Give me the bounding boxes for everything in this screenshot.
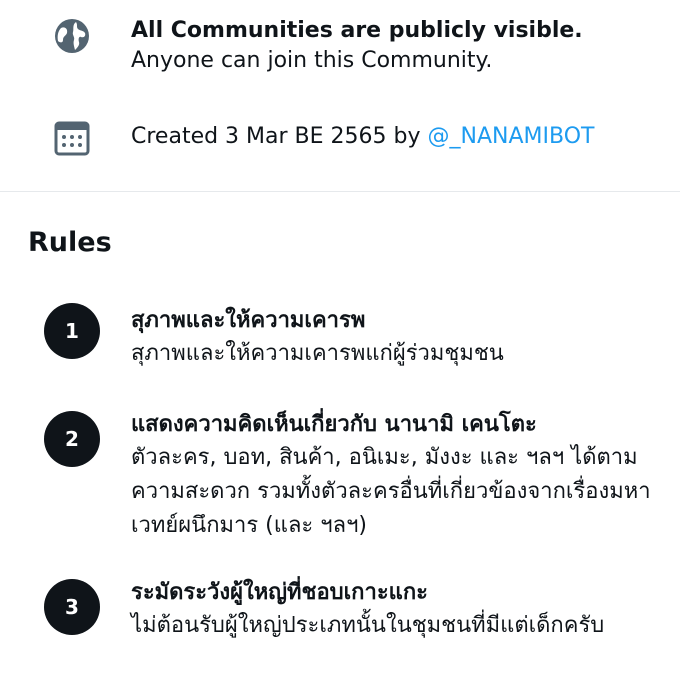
section-divider xyxy=(0,191,680,192)
rules-heading: Rules xyxy=(28,227,112,258)
rule-description: ไม่ต้อนรับผู้ใหญ่ประเภทนั้นในชุมชนที่มีแ… xyxy=(131,613,605,638)
created-label: Created 3 Mar BE 2565 by xyxy=(131,124,428,149)
rule-number-badge: 2 xyxy=(44,411,100,467)
calendar-icon xyxy=(50,116,94,160)
visibility-subtitle: Anyone can join this Community. xyxy=(131,48,493,73)
visibility-text: All Communities are publicly visible. An… xyxy=(131,16,583,76)
rule-title: แสดงความคิดเห็นเกี่ยวกับ นานามิ เคนโตะ xyxy=(131,412,537,437)
rule-number-badge: 3 xyxy=(44,579,100,635)
rule-description: ตัวละคร, บอท, สินค้า, อนิเมะ, มังงะ และ … xyxy=(131,445,651,538)
rule-title: สุภาพและให้ความเคารพ xyxy=(131,308,366,333)
author-link[interactable]: @_NANAMIBOT xyxy=(428,124,595,149)
visibility-title: All Communities are publicly visible. xyxy=(131,18,583,43)
rule-number-badge: 1 xyxy=(44,303,100,359)
rule-description: สุภาพและให้ความเคารพแก่ผู้ร่วมชุมชน xyxy=(131,341,504,366)
rule-title: ระมัดระวังผู้ใหญ่ที่ชอบเกาะแกะ xyxy=(131,580,428,605)
created-text: Created 3 Mar BE 2565 by @_NANAMIBOT xyxy=(131,122,594,152)
globe-icon xyxy=(50,14,94,58)
